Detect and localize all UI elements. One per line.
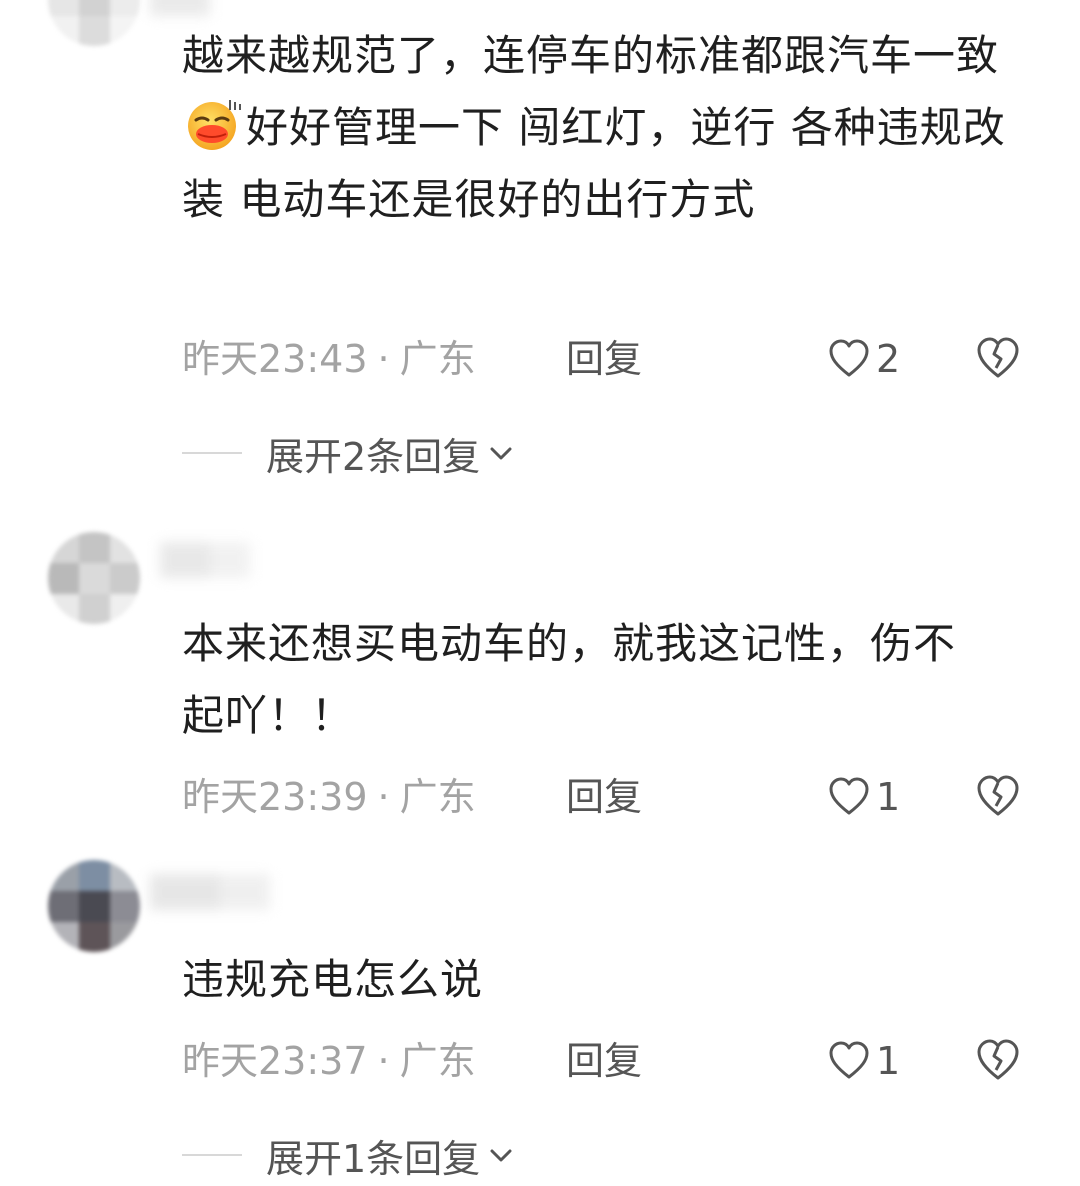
expand-replies-button[interactable]: 展开2条回复 (182, 428, 514, 479)
comment-meta: 昨天23:37 · 广东 回复 1 (182, 1036, 1042, 1086)
like-button[interactable]: 2 (828, 334, 900, 384)
expand-replies-button[interactable]: 展开1条回复 (182, 1130, 514, 1181)
expand-replies-label: 展开1条回复 (266, 1136, 481, 1181)
reply-button[interactable]: 回复 (566, 334, 642, 384)
dislike-button[interactable] (976, 1038, 1020, 1082)
like-count: 1 (876, 775, 901, 819)
chevron-down-icon (490, 1149, 512, 1162)
comment-text-part-1: 越来越规范了，连停车的标准都跟汽车一致 (182, 31, 1000, 80)
avatar[interactable] (48, 0, 140, 46)
region: 广东 (399, 775, 476, 819)
like-button[interactable]: 1 (828, 772, 900, 822)
like-button[interactable]: 1 (828, 1036, 900, 1086)
username[interactable] (150, 542, 280, 578)
separator-dot: · (377, 337, 390, 381)
comment-text-part-2: 好好管理一下 闯红灯，逆行 各种违规改装 电动车还是很好的出行方式 (182, 103, 1006, 224)
username[interactable] (150, 874, 280, 910)
reply-button[interactable]: 回复 (566, 772, 642, 822)
expand-replies-label: 展开2条回复 (266, 434, 481, 479)
divider-line (182, 452, 242, 454)
comment-meta: 昨天23:39 · 广东 回复 1 (182, 772, 1042, 822)
region: 广东 (399, 337, 476, 381)
heart-icon (829, 777, 869, 815)
timestamp: 昨天23:37 (182, 1039, 368, 1083)
chevron-down-icon (490, 447, 512, 460)
comment-text: 本来还想买电动车的，就我这记性，伤不起吖！！ (182, 619, 957, 740)
avatar[interactable] (48, 860, 140, 952)
dislike-button[interactable] (976, 774, 1020, 818)
separator-dot: · (377, 775, 390, 819)
username[interactable] (150, 0, 280, 16)
avatar[interactable] (48, 532, 140, 624)
kissing-emoji-icon (186, 96, 242, 152)
broken-heart-icon (977, 1039, 1019, 1080)
timestamp: 昨天23:39 (182, 775, 368, 819)
heart-icon (829, 1041, 869, 1079)
dislike-button[interactable] (976, 336, 1020, 380)
broken-heart-icon (977, 337, 1019, 378)
like-count: 2 (876, 337, 901, 381)
like-count: 1 (876, 1039, 901, 1083)
comment-text: 违规充电怎么说 (182, 955, 484, 1004)
broken-heart-icon (977, 775, 1019, 816)
reply-button[interactable]: 回复 (566, 1036, 642, 1086)
timestamp: 昨天23:43 (182, 337, 368, 381)
comment-meta: 昨天23:43 · 广东 回复 2 (182, 334, 1042, 384)
comment-text: 越来越规范了，连停车的标准都跟汽车一致 好好管理一下 闯红灯，逆行 各种违规改装… (182, 20, 1022, 236)
divider-line (182, 1154, 242, 1156)
separator-dot: · (377, 1039, 390, 1083)
heart-icon (829, 339, 869, 377)
region: 广东 (399, 1039, 476, 1083)
